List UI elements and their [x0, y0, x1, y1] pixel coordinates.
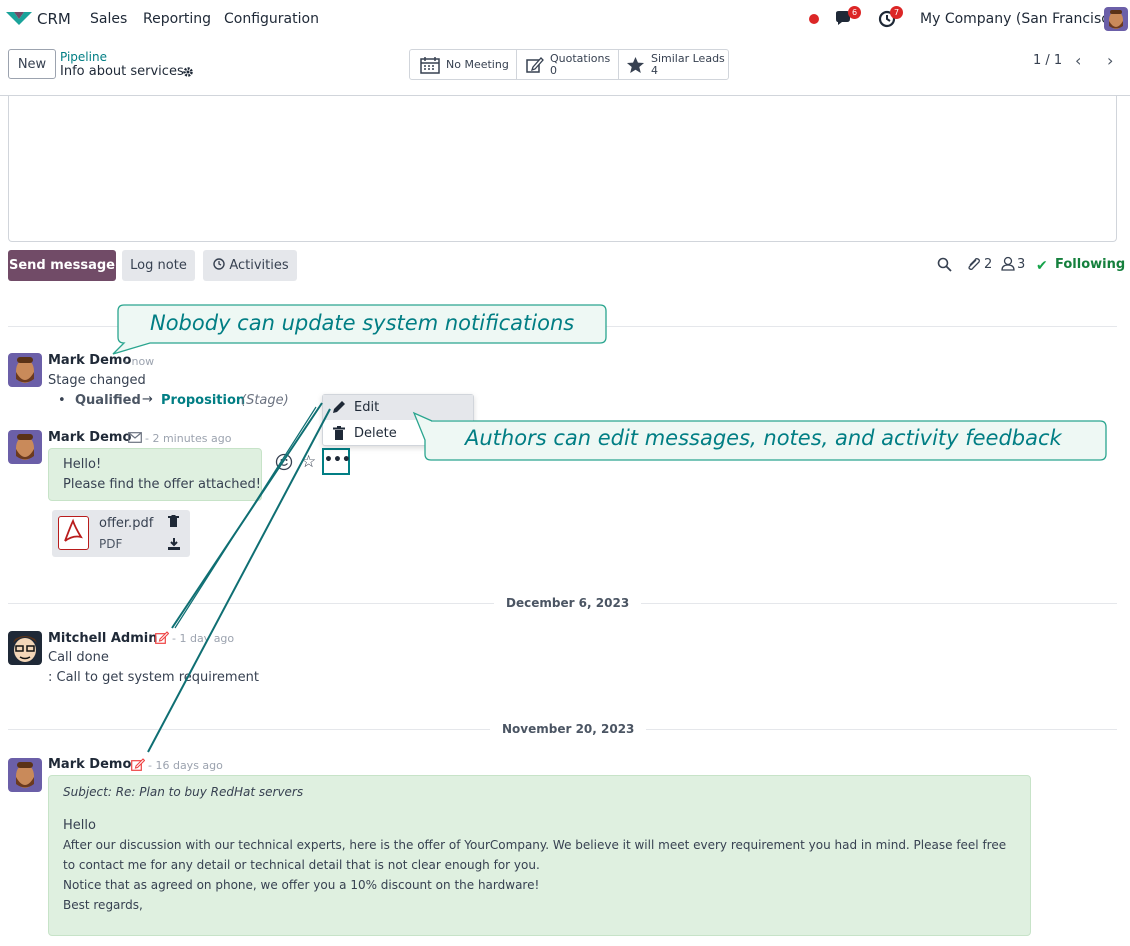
annotation-overlay: [112, 304, 1107, 753]
callout-system-notifications: Nobody can update system notifications: [150, 311, 575, 335]
callout-authors-edit: Authors can edit messages, notes, and ac…: [465, 426, 1062, 450]
